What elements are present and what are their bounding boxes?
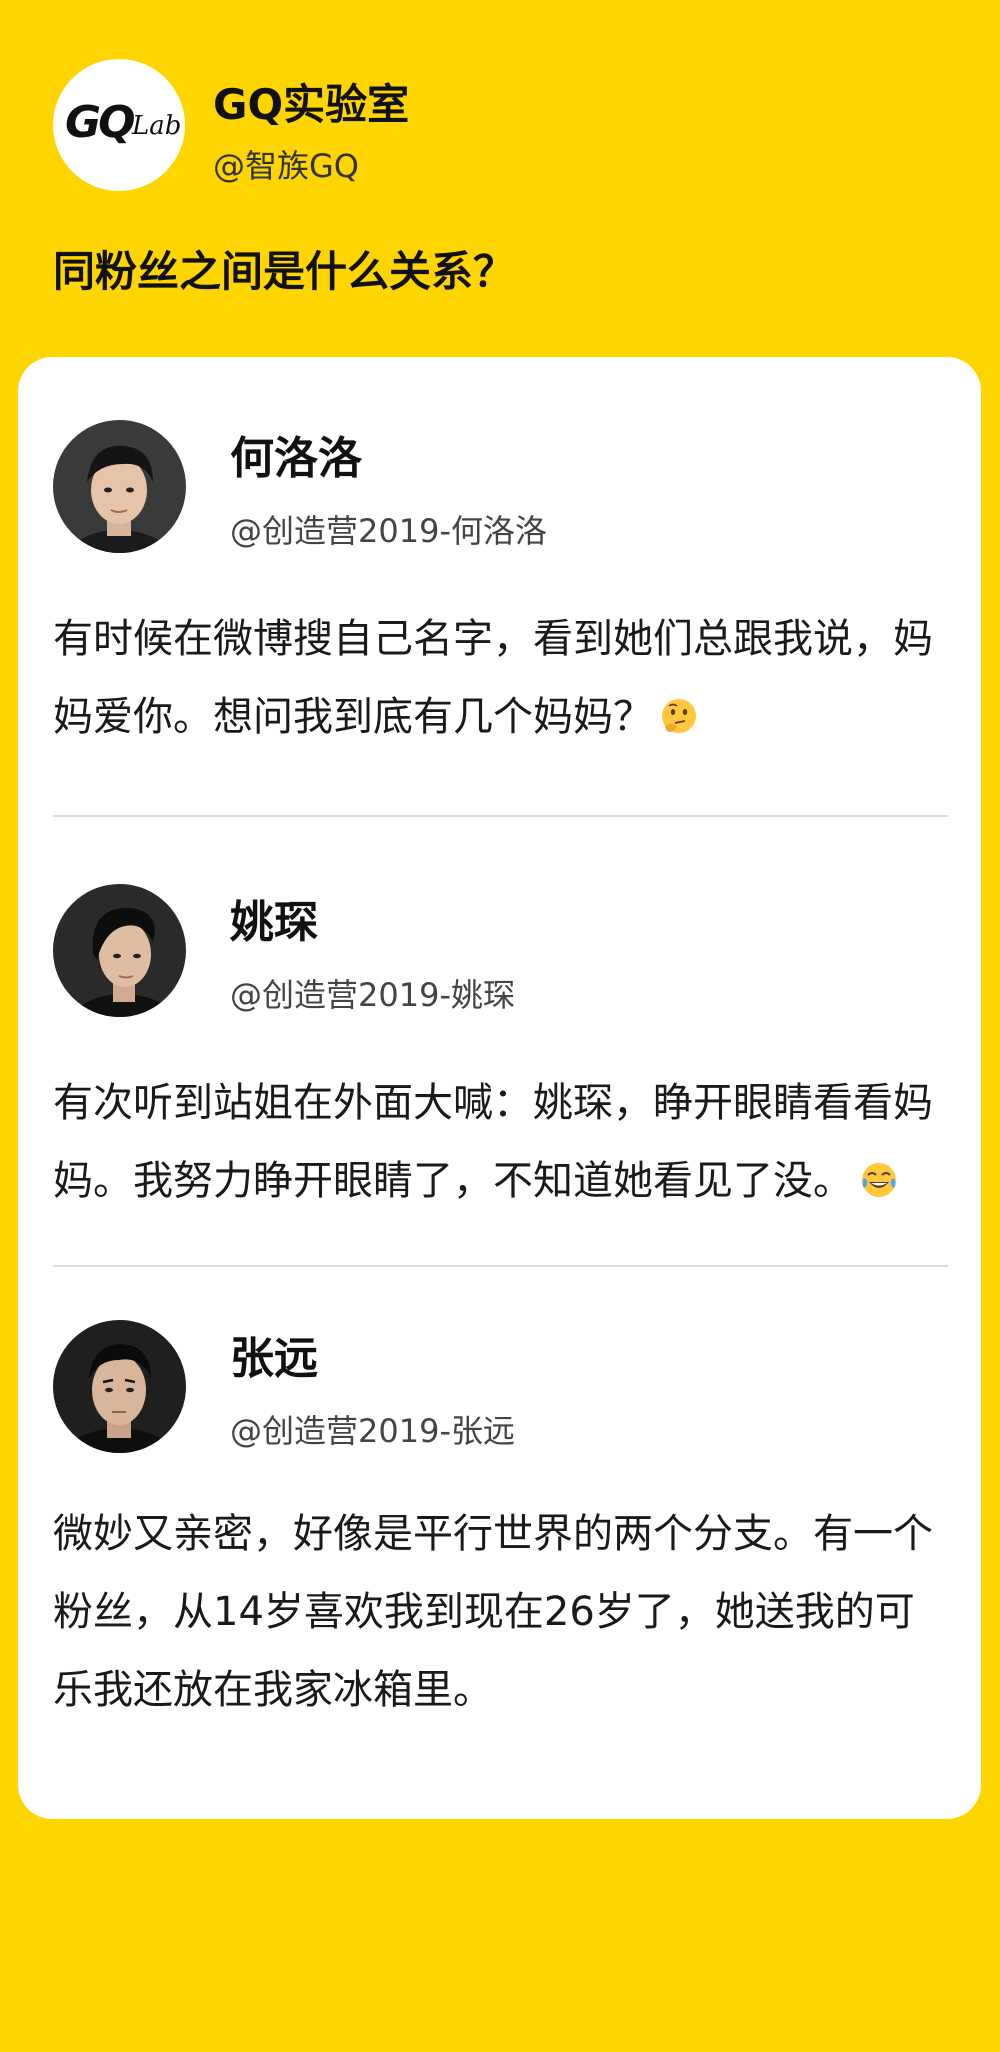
gq-lab-logo[interactable]: GQ Lab (53, 59, 185, 191)
person-name: 姚琛 (230, 897, 318, 948)
answers-card: 何洛洛 @创造营2019-何洛洛 有时候在微博搜自己名字，看到她们总跟我说，妈妈… (18, 357, 981, 1819)
divider (53, 1265, 948, 1267)
person-name: 张远 (230, 1333, 318, 1384)
account-header: GQ Lab GQ实验室 @智族GQ (53, 59, 953, 191)
tears-of-joy-emoji (859, 1148, 899, 1197)
account-handle[interactable]: @智族GQ (213, 141, 359, 187)
person-handle[interactable]: @创造营2019-姚琛 (230, 970, 515, 1016)
quote-text: 微妙又亲密，好像是平行世界的两个分支。有一个粉丝，从14岁喜欢我到现在26岁了，… (53, 1511, 933, 1713)
person-handle[interactable]: @创造营2019-张远 (230, 1406, 515, 1452)
quote-text: 有次听到站姐在外面大喊：姚琛，睁开眼睛看看妈妈。我努力睁开眼睛了，不知道她看见了… (53, 1064, 948, 1220)
quote-text: 有时候在微博搜自己名字，看到她们总跟我说，妈妈爱你。想问我到底有几个妈妈？ (53, 600, 948, 756)
avatar[interactable] (53, 1320, 186, 1453)
person-handle[interactable]: @创造营2019-何洛洛 (230, 506, 547, 552)
question-title: 同粉丝之间是什么关系？ (53, 247, 516, 296)
person-name: 何洛洛 (230, 433, 362, 484)
logo-text-lab: Lab (132, 111, 182, 141)
avatar[interactable] (53, 884, 186, 1017)
account-name[interactable]: GQ实验室 (213, 71, 409, 132)
divider (53, 815, 948, 817)
quote-text-content: 有时候在微博搜自己名字，看到她们总跟我说，妈妈爱你。想问我到底有几个妈妈？ (53, 616, 933, 740)
avatar[interactable] (53, 420, 186, 553)
logo-text-gq: GQ (65, 97, 136, 148)
thinking-face-emoji (659, 684, 699, 733)
quote-text-content: 有次听到站姐在外面大喊：姚琛，睁开眼睛看看妈妈。我努力睁开眼睛了，不知道她看见了… (53, 1080, 933, 1204)
